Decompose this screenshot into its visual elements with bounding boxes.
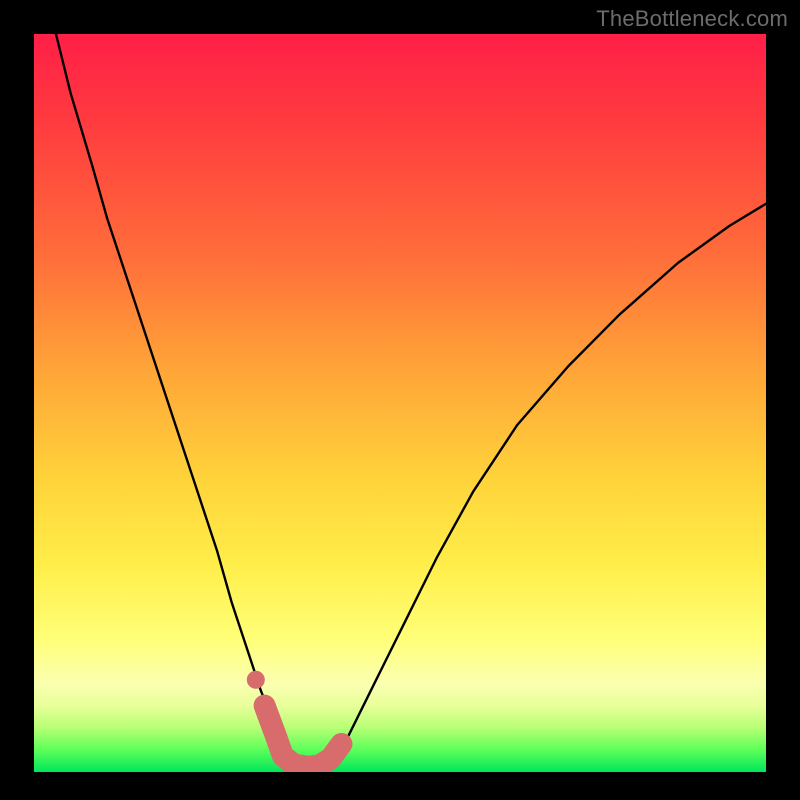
chart-overlay <box>34 34 766 772</box>
chart-frame: TheBottleneck.com <box>0 0 800 800</box>
isolated-marker <box>247 671 265 689</box>
bottleneck-curve <box>56 34 766 768</box>
highlight-region <box>265 706 342 767</box>
plot-area <box>34 34 766 772</box>
watermark-text: TheBottleneck.com <box>596 6 788 32</box>
